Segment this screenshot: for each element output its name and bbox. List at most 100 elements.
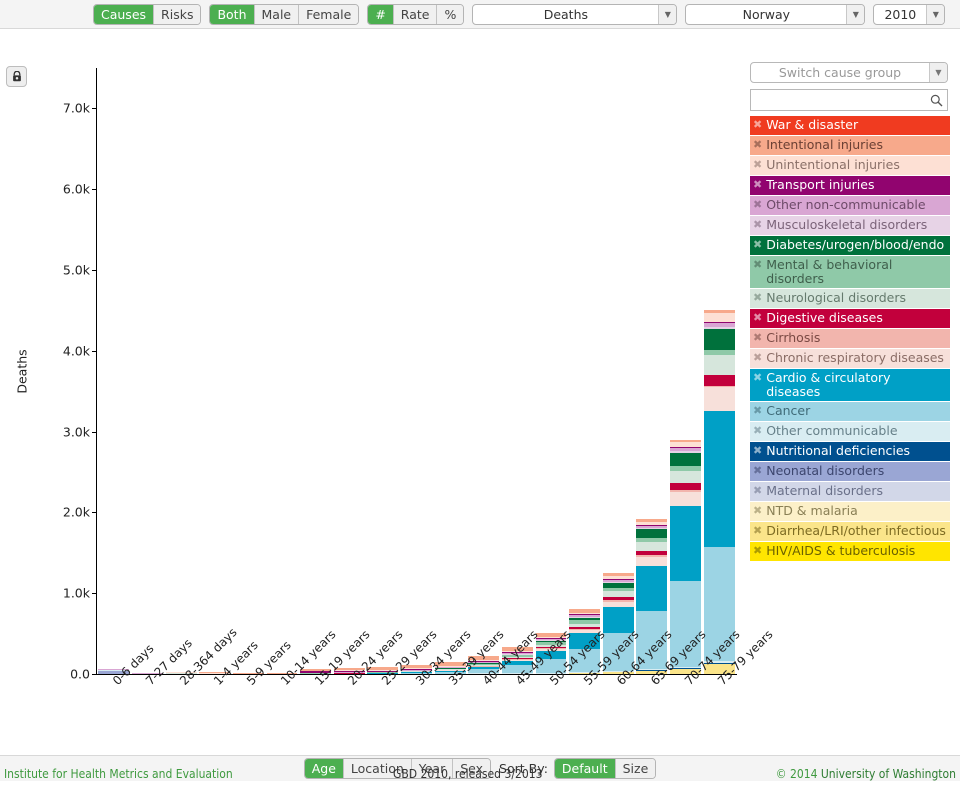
bar-column[interactable] — [703, 310, 735, 674]
dimension-age[interactable]: Age — [304, 759, 344, 778]
legend-item[interactable]: ✖ Neonatal disorders — [750, 462, 950, 481]
bar-segment[interactable] — [670, 492, 702, 507]
x-icon[interactable]: ✖ — [753, 351, 762, 365]
bar-segment[interactable] — [703, 310, 735, 314]
bar-segment[interactable] — [636, 528, 668, 530]
toggle-risks[interactable]: Risks — [154, 4, 201, 24]
bar-segment[interactable] — [636, 555, 668, 558]
legend-item[interactable]: ✖ Mental & behavioral disorders — [750, 256, 950, 288]
bar-segment[interactable] — [636, 557, 668, 566]
x-icon[interactable]: ✖ — [753, 404, 762, 418]
bar-segment[interactable] — [569, 623, 601, 627]
x-icon[interactable]: ✖ — [753, 198, 762, 212]
cause-risk-toggle-group[interactable]: Causes Risks — [93, 3, 202, 25]
x-icon[interactable]: ✖ — [753, 424, 762, 438]
bar-segment[interactable] — [602, 581, 634, 583]
bar-segment[interactable] — [569, 620, 601, 624]
bar-segment[interactable] — [569, 608, 601, 613]
bar-segment[interactable] — [636, 565, 668, 612]
x-icon[interactable]: ✖ — [753, 311, 762, 325]
x-icon[interactable]: ✖ — [753, 331, 762, 345]
bar-segment[interactable] — [602, 578, 634, 580]
bar-segment[interactable] — [703, 327, 735, 330]
bar-segment[interactable] — [602, 576, 634, 579]
x-icon[interactable]: ✖ — [753, 544, 762, 558]
bar-segment[interactable] — [703, 387, 735, 411]
legend-item[interactable]: ✖ Transport injuries — [750, 176, 950, 195]
legend-item[interactable]: ✖ NTD & malaria — [750, 502, 950, 521]
toggle-unit-[interactable]: # — [368, 4, 394, 24]
bar-segment[interactable] — [602, 573, 634, 577]
legend-item[interactable]: ✖ War & disaster — [750, 116, 950, 135]
legend-item[interactable]: ✖ Neurological disorders — [750, 289, 950, 308]
bar-segment[interactable] — [602, 599, 634, 602]
legend-item[interactable]: ✖ Cancer — [750, 402, 950, 421]
bar-segment[interactable] — [670, 451, 702, 453]
bar-segment[interactable] — [636, 521, 668, 526]
bar-segment[interactable] — [636, 550, 668, 556]
year-dropdown[interactable]: 2010 ▼ — [873, 3, 946, 25]
bar-segment[interactable] — [703, 355, 735, 376]
legend-item[interactable]: ✖ Other communicable — [750, 422, 950, 441]
bar-segment[interactable] — [569, 617, 601, 621]
bar-segment[interactable] — [602, 582, 634, 588]
bar-segment[interactable] — [703, 385, 735, 388]
legend-search-input[interactable] — [751, 90, 925, 110]
bar-segment[interactable] — [670, 447, 702, 448]
sex-toggle-group[interactable]: Both Male Female — [209, 3, 360, 25]
bar-segment[interactable] — [703, 375, 735, 386]
x-icon[interactable]: ✖ — [753, 444, 762, 458]
bar-segment[interactable] — [569, 615, 601, 617]
units-toggle-group[interactable]: # Rate% — [367, 3, 465, 25]
bar-segment[interactable] — [569, 614, 601, 616]
bar-segment[interactable] — [670, 442, 702, 448]
switch-cause-group-dropdown[interactable]: Switch cause group ▼ — [750, 62, 948, 83]
bar-segment[interactable] — [670, 439, 702, 443]
x-icon[interactable]: ✖ — [753, 238, 762, 252]
bar-segment[interactable] — [602, 601, 634, 607]
bar-segment[interactable] — [602, 591, 634, 597]
bar-segment[interactable] — [636, 529, 668, 538]
bar-segment[interactable] — [670, 506, 702, 582]
toggle-unit-[interactable]: % — [437, 4, 464, 24]
bar-segment[interactable] — [602, 587, 634, 592]
bar-segment[interactable] — [703, 410, 735, 547]
bar-segment[interactable] — [636, 525, 668, 526]
x-icon[interactable]: ✖ — [753, 158, 762, 172]
legend-item[interactable]: ✖ Intentional injuries — [750, 136, 950, 155]
bar-segment[interactable] — [670, 452, 702, 466]
bar-segment[interactable] — [670, 470, 702, 484]
legend-item[interactable]: ✖ Musculoskeletal disorders — [750, 216, 950, 235]
bar-segment[interactable] — [670, 465, 702, 471]
sort-size[interactable]: Size — [615, 759, 656, 778]
legend-item[interactable]: ✖ Diabetes/urogen/blood/endo — [750, 236, 950, 255]
legend-item[interactable]: ✖ Nutritional deficiencies — [750, 442, 950, 461]
bar-segment[interactable] — [703, 329, 735, 351]
legend-item[interactable]: ✖ Diarrhea/LRI/other infectious — [750, 522, 950, 541]
bar-segment[interactable] — [636, 542, 668, 551]
x-icon[interactable]: ✖ — [753, 291, 762, 305]
x-icon[interactable]: ✖ — [753, 258, 762, 272]
bar-segment[interactable] — [569, 612, 601, 615]
bar-segment[interactable] — [670, 483, 702, 491]
bar-segment[interactable] — [636, 537, 668, 543]
legend-item[interactable]: ✖ Cirrhosis — [750, 329, 950, 348]
x-icon[interactable]: ✖ — [753, 484, 762, 498]
x-icon[interactable]: ✖ — [753, 464, 762, 478]
x-icon[interactable]: ✖ — [753, 524, 762, 538]
location-dropdown[interactable]: Norway ▼ — [685, 3, 866, 25]
bar-segment[interactable] — [670, 447, 702, 452]
legend-item[interactable]: ✖ Chronic respiratory diseases — [750, 349, 950, 368]
legend-item[interactable]: ✖ Digestive diseases — [750, 309, 950, 328]
toggle-causes[interactable]: Causes — [94, 4, 155, 24]
x-icon[interactable]: ✖ — [753, 218, 762, 232]
toggle-sex-male[interactable]: Male — [254, 4, 300, 24]
bar-segment[interactable] — [703, 322, 735, 328]
legend-search-box[interactable] — [750, 89, 948, 111]
x-icon[interactable]: ✖ — [753, 138, 762, 152]
bar-segment[interactable] — [670, 490, 702, 493]
toggle-unit-rate[interactable]: Rate — [393, 4, 438, 24]
bar-segment[interactable] — [602, 596, 634, 600]
toggle-sex-both[interactable]: Both — [210, 4, 255, 24]
x-icon[interactable]: ✖ — [753, 504, 762, 518]
